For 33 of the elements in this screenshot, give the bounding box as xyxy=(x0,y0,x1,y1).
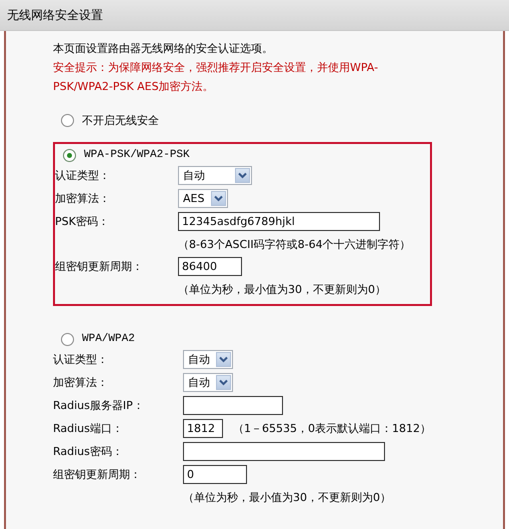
field-label: 认证类型： xyxy=(55,168,111,183)
field-label: Radius密码： xyxy=(53,444,124,459)
hint-text: （单位为秒，最小值为30，不更新则为0） xyxy=(178,282,386,296)
input-field[interactable]: 1812 xyxy=(183,419,223,438)
hint-text: （单位为秒，最小值为30，不更新则为0） xyxy=(183,490,391,504)
field-label: 认证类型： xyxy=(53,352,109,367)
input-field[interactable] xyxy=(183,442,385,461)
hint-text: （8-63个ASCII码字符或8-64个十六进制字符） xyxy=(178,236,411,252)
security-warning: 安全提示：为保障网络安全，强烈推荐开启安全设置，并使用WPA-PSK/WPA2-PSK AES加密方法。 xyxy=(53,60,380,95)
section-title: 无线网络安全设置 xyxy=(7,6,103,24)
field-label: Radius服务器IP： xyxy=(53,398,145,413)
field-label: 组密钥更新周期： xyxy=(55,259,144,274)
hint-text: （1－65535，0表示默认端口：1812） xyxy=(233,421,431,436)
radio-option[interactable]: WPA-PSK/WPA2-PSK xyxy=(55,146,430,164)
dropdown[interactable]: 自动 xyxy=(178,166,252,185)
radio-button[interactable] xyxy=(61,114,74,126)
field-label: 组密钥更新周期： xyxy=(53,467,142,482)
field-label: 加密算法： xyxy=(53,375,109,390)
input-field[interactable]: 0 xyxy=(183,465,247,484)
field-label: Radius端口： xyxy=(53,421,124,436)
intro-text: 本页面设置路由器无线网络的安全认证选项。 xyxy=(53,41,274,57)
radio-button[interactable] xyxy=(63,148,76,162)
field-label: 加密算法： xyxy=(55,191,111,206)
input-field[interactable]: 86400 xyxy=(178,257,242,276)
field-label: PSK密码： xyxy=(55,214,110,229)
input-field[interactable]: 12345asdfg6789hjkl xyxy=(178,212,380,231)
dropdown[interactable]: 自动 xyxy=(183,350,233,369)
dropdown[interactable]: 自动 xyxy=(183,373,233,392)
radio-button[interactable] xyxy=(61,332,74,346)
dropdown[interactable]: AES xyxy=(178,189,228,208)
input-field[interactable] xyxy=(183,396,283,415)
radio-option[interactable]: 不开启无线安全 xyxy=(53,111,503,129)
radio-option[interactable]: WPA/WPA2 xyxy=(53,330,503,348)
